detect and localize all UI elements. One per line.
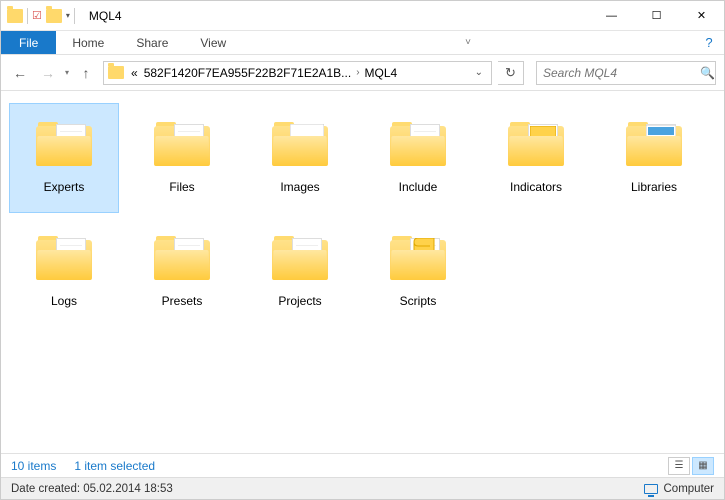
folder-item[interactable]: Presets xyxy=(127,217,237,327)
back-button[interactable]: ← xyxy=(9,62,31,84)
address-prefix: « xyxy=(128,66,141,80)
details-pane: Date created: 05.02.2014 18:53 Computer xyxy=(1,477,724,499)
folder-item[interactable]: ƒ Indicators xyxy=(481,103,591,213)
separator xyxy=(74,8,75,24)
address-bar[interactable]: « 582F1420F7EA955F22B2F71E2A1B... › MQL4… xyxy=(103,61,492,85)
file-tab[interactable]: File xyxy=(1,31,56,54)
help-button[interactable]: ? xyxy=(694,31,724,54)
separator xyxy=(27,8,28,24)
address-current[interactable]: MQL4 xyxy=(362,66,401,80)
qat-folder-icon[interactable] xyxy=(46,9,62,23)
navigation-bar: ← → ▾ ↑ « 582F1420F7EA955F22B2F71E2A1B..… xyxy=(1,55,724,91)
refresh-button[interactable]: ↻ xyxy=(498,61,524,85)
status-selected-count: 1 item selected xyxy=(74,459,155,473)
folder-label: Files xyxy=(169,180,194,194)
folder-icon xyxy=(268,226,332,290)
minimize-button[interactable]: — xyxy=(589,1,634,31)
location-label: Computer xyxy=(664,483,715,495)
address-folder-icon xyxy=(108,66,124,79)
ribbon-tabs: File Home Share View ˅ ? xyxy=(1,31,724,55)
status-bar: 10 items 1 item selected ☰ ▦ xyxy=(1,453,724,477)
folder-icon xyxy=(622,112,686,176)
search-input[interactable] xyxy=(543,66,700,80)
address-parent[interactable]: 582F1420F7EA955F22B2F71E2A1B... xyxy=(141,66,354,80)
search-box[interactable]: 🔍 xyxy=(536,61,716,85)
folder-label: Include xyxy=(399,180,438,194)
folder-icon xyxy=(32,112,96,176)
folder-item[interactable]: Logs xyxy=(9,217,119,327)
folder-item[interactable]: Files xyxy=(127,103,237,213)
folder-label: Indicators xyxy=(510,180,562,194)
app-folder-icon xyxy=(7,9,23,23)
folder-icon xyxy=(150,112,214,176)
folder-icon xyxy=(386,226,450,290)
status-item-count: 10 items xyxy=(11,459,56,473)
quick-access-toolbar: ☑ ▾ xyxy=(1,8,81,24)
ribbon-collapse-icon[interactable]: ˅ xyxy=(457,31,479,54)
items-grid: Experts Files sk Images Include ƒ Indicators Li… xyxy=(9,103,716,327)
folder-label: Libraries xyxy=(631,180,677,194)
qat-check-icon[interactable]: ☑ xyxy=(32,9,42,22)
recent-locations-icon[interactable]: ▾ xyxy=(65,68,69,77)
folder-label: Images xyxy=(280,180,319,194)
search-icon[interactable]: 🔍 xyxy=(700,66,715,80)
folder-item[interactable]: Libraries xyxy=(599,103,709,213)
close-button[interactable]: ✕ xyxy=(679,1,724,31)
folder-icon xyxy=(32,226,96,290)
address-dropdown-icon[interactable]: ⌄ xyxy=(471,67,487,78)
view-details-button[interactable]: ☰ xyxy=(668,457,690,475)
maximize-button[interactable]: ☐ xyxy=(634,1,679,31)
up-button[interactable]: ↑ xyxy=(75,62,97,84)
folder-item[interactable]: Scripts xyxy=(363,217,473,327)
folder-icon xyxy=(386,112,450,176)
folder-label: Experts xyxy=(44,180,85,194)
folder-label: Projects xyxy=(278,294,321,308)
folder-icon xyxy=(150,226,214,290)
folder-label: Presets xyxy=(162,294,203,308)
folder-item[interactable]: sk Images xyxy=(245,103,355,213)
folder-label: Logs xyxy=(51,294,77,308)
tab-home[interactable]: Home xyxy=(56,31,120,54)
folder-icon: ƒ xyxy=(504,112,568,176)
view-icons-button[interactable]: ▦ xyxy=(692,457,714,475)
forward-button[interactable]: → xyxy=(37,62,59,84)
qat-dropdown-icon[interactable]: ▾ xyxy=(66,11,70,20)
computer-icon xyxy=(644,484,658,494)
folder-icon: sk xyxy=(268,112,332,176)
folder-item[interactable]: Include xyxy=(363,103,473,213)
window-title: MQL4 xyxy=(89,9,122,23)
tab-share[interactable]: Share xyxy=(120,31,184,54)
folder-item[interactable]: Projects xyxy=(245,217,355,327)
tab-view[interactable]: View xyxy=(184,31,242,54)
folder-item[interactable]: Experts xyxy=(9,103,119,213)
title-bar: ☑ ▾ MQL4 — ☐ ✕ xyxy=(1,1,724,31)
content-area[interactable]: Experts Files sk Images Include ƒ Indicators Li… xyxy=(1,91,724,453)
window-controls: — ☐ ✕ xyxy=(589,1,724,31)
folder-label: Scripts xyxy=(400,294,437,308)
date-created-label: Date created: 05.02.2014 18:53 xyxy=(11,483,173,495)
chevron-right-icon[interactable]: › xyxy=(354,67,361,78)
